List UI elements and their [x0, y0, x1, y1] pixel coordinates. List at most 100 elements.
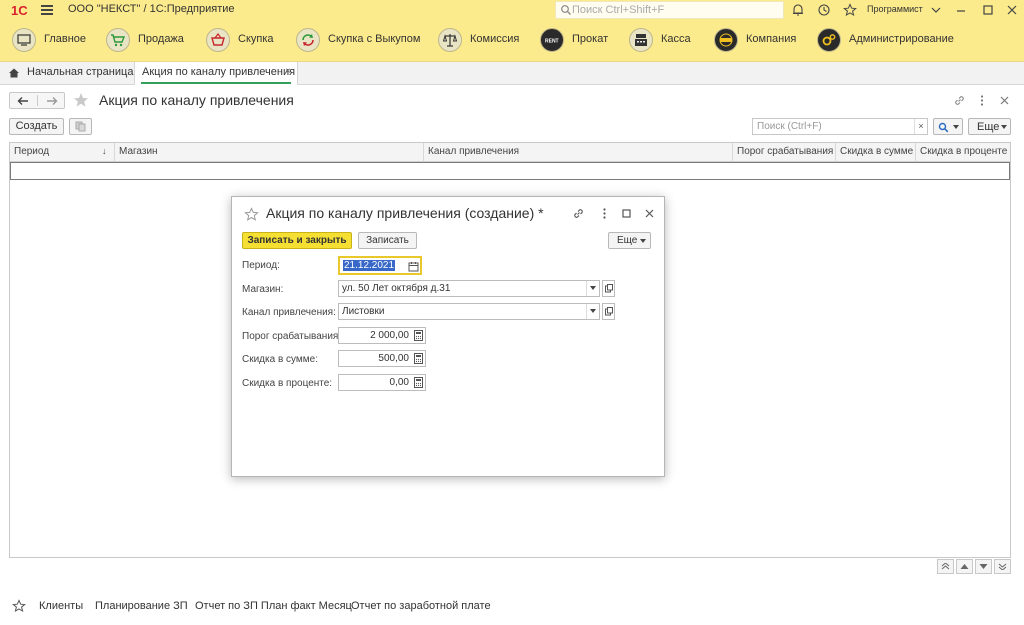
- title-separator: /: [143, 3, 147, 15]
- close-dialog-icon[interactable]: [643, 207, 656, 220]
- double-down-icon: [998, 563, 1007, 570]
- calculator-icon[interactable]: [413, 330, 424, 341]
- channel-open-button[interactable]: [602, 303, 615, 320]
- section-label: Касса: [661, 33, 691, 45]
- scales-icon: [438, 28, 462, 52]
- column-header-store[interactable]: Магазин: [119, 146, 158, 157]
- tab-label: Акция по каналу привлечения: [142, 66, 296, 78]
- minimize-icon[interactable]: [954, 3, 968, 17]
- more-button[interactable]: Еще: [968, 118, 1011, 135]
- store-open-button[interactable]: [602, 280, 615, 297]
- copy-button[interactable]: [69, 118, 92, 135]
- scroll-top-button[interactable]: [937, 559, 954, 574]
- column-header-period[interactable]: Период: [14, 146, 49, 157]
- chevron-down-icon: [590, 286, 596, 290]
- tab-home-page[interactable]: Начальная страница: [27, 66, 133, 78]
- discount-sum-value: 500,00: [378, 353, 409, 364]
- scroll-down-button[interactable]: [975, 559, 992, 574]
- discount-sum-label: Скидка в сумме:: [242, 354, 319, 365]
- 1c-logo-icon[interactable]: 1С: [11, 3, 35, 17]
- favorites-star-icon[interactable]: [12, 599, 26, 613]
- home-icon[interactable]: [8, 67, 20, 79]
- maximize-icon[interactable]: [620, 207, 633, 220]
- bell-icon[interactable]: [791, 3, 805, 17]
- calendar-icon[interactable]: [408, 261, 419, 272]
- period-label: Период:: [242, 260, 280, 271]
- column-header-threshold[interactable]: Порог срабатывания: [737, 146, 833, 157]
- list-search-input[interactable]: Поиск (Ctrl+F) ×: [752, 118, 928, 135]
- search-button[interactable]: [933, 118, 963, 135]
- footer-link-clients[interactable]: Клиенты: [39, 600, 83, 612]
- close-tab-icon[interactable]: ×: [285, 66, 291, 77]
- discount-percent-label: Скидка в проценте:: [242, 378, 333, 389]
- list-search-placeholder: Поиск (Ctrl+F): [757, 121, 822, 132]
- favorite-star-icon[interactable]: [73, 92, 89, 108]
- calculator-icon[interactable]: [413, 377, 424, 388]
- close-form-icon[interactable]: [998, 94, 1011, 107]
- tab-attraction-channel-promo[interactable]: Акция по каналу привлечения ×: [134, 62, 298, 85]
- table-header: Период ↓ Магазин Канал привлечения Порог…: [10, 143, 1010, 162]
- org-name: ООО "НЕКСТ": [68, 3, 141, 15]
- scroll-bottom-button[interactable]: [994, 559, 1011, 574]
- clear-search-icon[interactable]: ×: [914, 119, 927, 134]
- company-icon: [714, 28, 738, 52]
- copy-icon: [75, 121, 86, 132]
- global-search-placeholder: Поиск Ctrl+Shift+F: [572, 4, 665, 16]
- section-label: Скупка: [238, 33, 274, 45]
- section-label: Скупка с Выкупом: [328, 33, 421, 45]
- close-window-icon[interactable]: [1005, 3, 1019, 17]
- search-icon: [938, 122, 949, 133]
- section-label: Администрирование: [849, 33, 954, 45]
- forward-arrow-icon[interactable]: [46, 96, 58, 106]
- more-label: Еще: [977, 121, 1000, 133]
- more-actions-icon[interactable]: [977, 94, 987, 107]
- create-button[interactable]: Создать: [9, 118, 64, 135]
- scroll-up-button[interactable]: [956, 559, 973, 574]
- cart-icon: [106, 28, 130, 52]
- global-search-input[interactable]: Поиск Ctrl+Shift+F: [555, 1, 784, 19]
- discount-percent-input[interactable]: 0,00: [338, 374, 426, 391]
- dialog-more-button[interactable]: Еще: [608, 232, 651, 249]
- period-date-input[interactable]: 21.12.2021: [338, 256, 422, 275]
- main-menu-icon[interactable]: [41, 5, 53, 15]
- favorite-star-icon[interactable]: [244, 207, 259, 222]
- store-input[interactable]: ул. 50 Лет октября д.31: [338, 280, 600, 297]
- sort-indicator: ↓: [102, 146, 107, 156]
- user-name[interactable]: Программист: [867, 4, 923, 14]
- chevron-down-icon: [1001, 125, 1007, 129]
- chevron-down-icon: [953, 125, 959, 129]
- favorites-icon[interactable]: [843, 3, 857, 17]
- column-header-discount-percent[interactable]: Скидка в проценте: [920, 146, 1007, 157]
- svg-text:RENT: RENT: [545, 39, 559, 45]
- threshold-value: 2 000,00: [370, 330, 409, 341]
- period-value: 21.12.2021: [343, 260, 396, 271]
- back-arrow-icon[interactable]: [17, 96, 29, 106]
- page-title: Акция по каналу привлечения: [99, 92, 294, 108]
- section-panel: Главное Продажа Скупка Скупка с Выкупом …: [0, 20, 1024, 62]
- footer-link-salary-plan-fact[interactable]: Отчет по ЗП План факт Месяц: [195, 600, 352, 612]
- section-label: Прокат: [572, 33, 609, 45]
- more-label: Еще: [617, 235, 638, 246]
- save-button[interactable]: Записать: [358, 232, 417, 249]
- discount-sum-input[interactable]: 500,00: [338, 350, 426, 367]
- home-icon: [12, 28, 36, 52]
- section-label: Компания: [746, 33, 797, 45]
- link-icon[interactable]: [572, 207, 585, 220]
- save-and-close-button[interactable]: Записать и закрыть: [242, 232, 352, 249]
- history-icon[interactable]: [817, 3, 831, 17]
- footer-link-salary-planning[interactable]: Планирование ЗП: [95, 600, 188, 612]
- more-actions-icon[interactable]: [598, 207, 611, 220]
- user-menu-chevron-icon[interactable]: [929, 3, 943, 17]
- table-row[interactable]: [10, 162, 1010, 180]
- calculator-icon[interactable]: [413, 353, 424, 364]
- threshold-input[interactable]: 2 000,00: [338, 327, 426, 344]
- link-icon[interactable]: [953, 94, 966, 107]
- maximize-icon[interactable]: [981, 3, 995, 17]
- column-header-discount-sum[interactable]: Скидка в сумме: [840, 146, 913, 157]
- store-dropdown-button[interactable]: [586, 281, 599, 296]
- column-header-channel[interactable]: Канал привлечения: [428, 146, 519, 157]
- channel-input[interactable]: Листовки: [338, 303, 600, 320]
- store-label: Магазин:: [242, 284, 284, 295]
- channel-dropdown-button[interactable]: [586, 304, 599, 319]
- footer-link-salary-report[interactable]: Отчет по заработной плате: [351, 600, 491, 612]
